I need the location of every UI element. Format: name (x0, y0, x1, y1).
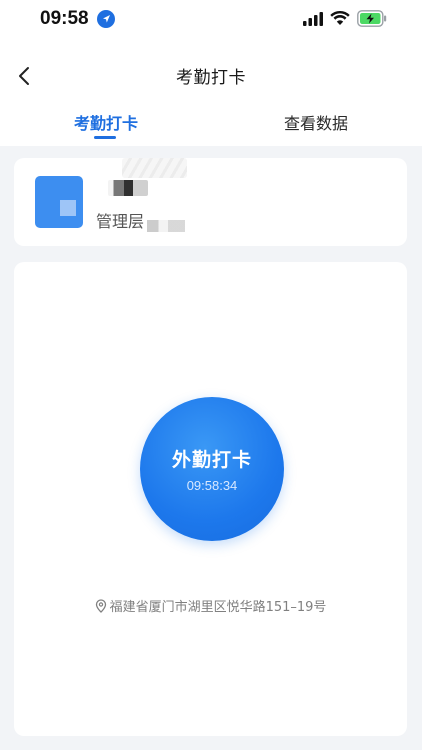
location-address: 福建省厦门市湖里区悦华路151–19号 (109, 600, 327, 615)
wifi-icon (330, 11, 350, 25)
battery-charging-icon (357, 10, 387, 27)
name-redaction (108, 180, 148, 196)
signal-icon (303, 12, 323, 26)
role-redaction (147, 220, 185, 232)
punch-label: 外勤打卡 (171, 449, 252, 471)
tab-view-data[interactable]: 查看数据 (284, 110, 348, 134)
role-label: 管理层 (96, 212, 145, 231)
punch-time: 09:58:34 (186, 478, 238, 493)
page-title: 考勤打卡 (176, 68, 246, 88)
location-arrow-icon (97, 10, 115, 28)
tab-attendance[interactable]: 考勤打卡 (74, 110, 138, 134)
avatar-redaction (60, 200, 76, 216)
punch-card: 外勤打卡 09:58:34 福建省厦门市湖里区悦华路151–19号 (14, 262, 407, 736)
map-pin-icon (95, 598, 106, 613)
avatar (35, 176, 83, 228)
location-row: 福建省厦门市湖里区悦华路151–19号 (14, 596, 407, 615)
profile-card: 管理层 (14, 158, 407, 246)
name-redaction-smudge (122, 158, 187, 178)
active-tab-indicator (94, 136, 116, 139)
status-time: 09:58 (40, 8, 89, 29)
header-area: 09:58 考勤打卡 考勤打卡 查看数据 (0, 0, 422, 146)
field-punch-button[interactable]: 外勤打卡 09:58:34 (140, 397, 284, 541)
status-bar: 09:58 (0, 0, 422, 38)
